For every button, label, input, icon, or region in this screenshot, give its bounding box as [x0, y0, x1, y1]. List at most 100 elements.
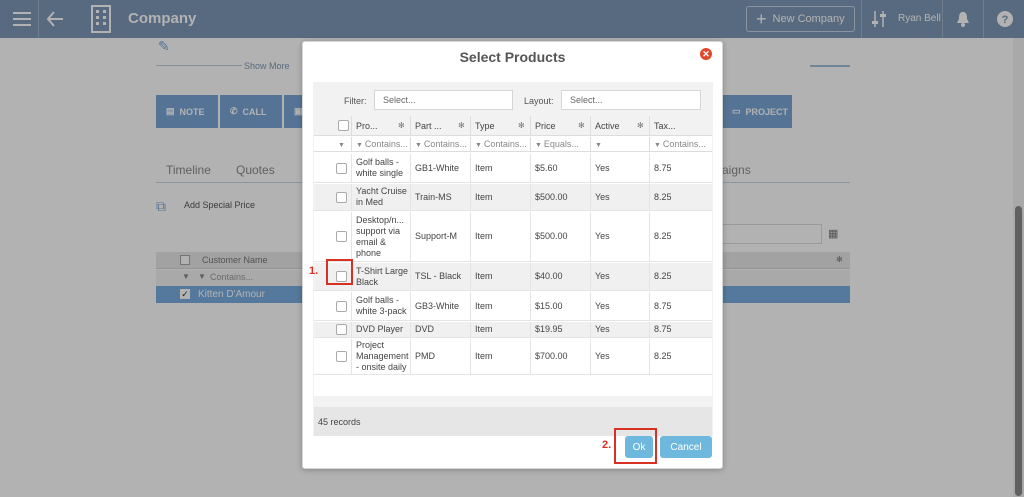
tax-cell: 8.25	[654, 231, 672, 241]
type-cell: Item	[471, 154, 531, 182]
product-name-line: Black	[356, 276, 379, 287]
product-name-cell: Yacht Cruise in Med	[352, 184, 411, 210]
row-checkbox[interactable]	[336, 351, 347, 362]
select-all-checkbox[interactable]	[338, 120, 349, 131]
part-cell: PMD	[411, 339, 471, 374]
cancel-button[interactable]: Cancel	[660, 436, 712, 458]
layout-select[interactable]: Select...	[561, 90, 701, 110]
gear-icon[interactable]: ✻	[637, 121, 644, 130]
product-name-line: - onsite daily	[356, 362, 407, 372]
row-checkbox-cell	[314, 184, 352, 210]
product-name-cell: T-Shirt Large Black	[352, 263, 411, 290]
tax-cell: 8.75	[654, 300, 672, 311]
filter-icon: ▼	[595, 142, 602, 149]
step-2-highlight	[614, 428, 657, 464]
filter-icon: ▼	[654, 142, 663, 149]
price-filter[interactable]: ▼ Equals...	[531, 137, 591, 152]
filter-icon: ▼	[535, 142, 544, 149]
column-part[interactable]: Part ... ✻	[411, 116, 471, 136]
column-price[interactable]: Price ✻	[531, 116, 591, 136]
table-row[interactable]: Desktop/n... support via email & phone Suppo…	[314, 212, 712, 262]
active-cell: Yes	[591, 322, 650, 337]
price-cell: $19.95	[531, 322, 591, 337]
column-tax[interactable]: Tax...	[650, 116, 712, 136]
grid-filter-row: ▼ ▼ Contains... ▼ Contains... ▼ Contains…	[314, 137, 712, 152]
products-grid: Pro... ✻ Part ... ✻ Type ✻ Price ✻ Activ…	[314, 116, 712, 396]
gear-icon[interactable]: ✻	[578, 121, 585, 130]
filter-select[interactable]: Select...	[374, 90, 513, 110]
column-type[interactable]: Type ✻	[471, 116, 531, 136]
dialog-body: Filter: Select... Layout: Select... Pro.…	[313, 82, 713, 436]
grid-header: Pro... ✻ Part ... ✻ Type ✻ Price ✻ Activ…	[314, 116, 712, 136]
product-name-cell: DVD Player	[352, 322, 411, 337]
active-cell: Yes	[591, 339, 650, 374]
active-cell: Yes	[591, 263, 650, 290]
step-1-label: 1.	[309, 265, 319, 277]
part-cell: Train-MS	[411, 184, 471, 210]
filter-icon: ▼	[475, 142, 484, 149]
row-checkbox-cell	[314, 339, 352, 374]
layout-label: Layout:	[524, 96, 554, 106]
product-name-cell: Desktop/n... support via email & phone	[352, 212, 411, 261]
tax-filter[interactable]: ▼ Contains...	[650, 137, 712, 152]
price-cell: $5.60	[531, 154, 591, 182]
table-row[interactable]: Golf balls - white single GB1-White Item $5.…	[314, 154, 712, 183]
table-row[interactable]: Yacht Cruise in Med Train-MS Item $500.00 Yes…	[314, 184, 712, 211]
part-cell: DVD	[411, 322, 471, 337]
type-filter[interactable]: ▼ Contains...	[471, 137, 531, 152]
step-1-highlight	[326, 259, 353, 285]
row-checkbox[interactable]	[336, 191, 347, 203]
part-filter[interactable]: ▼ Contains...	[411, 137, 471, 152]
product-name-line: Management	[356, 351, 409, 361]
row-checkbox[interactable]	[336, 162, 347, 174]
table-row[interactable]: T-Shirt Large Black TSL - Black Item $40.00 Y…	[314, 263, 712, 291]
dialog-title: Select Products	[459, 49, 566, 65]
tax-cell: 8.25	[654, 351, 672, 361]
row-checkbox-cell	[314, 292, 352, 320]
part-cell: Support-M	[411, 212, 471, 261]
product-name-line: support via	[356, 225, 401, 236]
row-checkbox-cell	[314, 212, 352, 261]
part-cell: GB3-White	[411, 292, 471, 320]
tax-cell: 8.75	[654, 162, 672, 173]
table-row[interactable]: Golf balls - white 3-pack GB3-White Item $15…	[314, 292, 712, 321]
product-name-line: white single	[356, 168, 404, 178]
product-name-line: Project	[356, 340, 385, 350]
close-icon[interactable]: ✕	[700, 48, 712, 60]
type-cell: Item	[471, 322, 531, 337]
part-cell: GB1-White	[411, 154, 471, 182]
product-filter[interactable]: ▼ Contains...	[352, 137, 411, 152]
price-cell: $15.00	[531, 292, 591, 320]
row-checkbox[interactable]	[336, 231, 347, 242]
filter-icon: ▼	[356, 142, 365, 149]
column-active[interactable]: Active ✻	[591, 116, 650, 136]
row-checkbox[interactable]	[336, 324, 347, 335]
table-row[interactable]: DVD Player DVD Item $19.95 Yes 8.75	[314, 322, 712, 338]
active-cell: Yes	[591, 292, 650, 320]
price-cell: $500.00	[531, 212, 591, 261]
part-cell: TSL - Black	[411, 263, 471, 290]
row-checkbox[interactable]	[336, 300, 347, 312]
type-cell: Item	[471, 184, 531, 210]
product-name-line: Yacht Cruise	[356, 186, 407, 196]
filter-icon: ▼	[415, 142, 424, 149]
table-row[interactable]: Project Management - onsite daily PMD Item $7…	[314, 339, 712, 375]
active-filter[interactable]: ▼	[591, 137, 650, 152]
type-cell: Item	[471, 212, 531, 261]
select-products-dialog: Select Products ✕ Filter: Select... Layo…	[302, 41, 723, 469]
product-name-line: in Med	[356, 197, 384, 207]
product-name-line: email &	[356, 236, 387, 247]
product-name-line: Desktop/n...	[356, 214, 405, 225]
product-name-cell: Golf balls - white single	[352, 154, 411, 182]
gear-icon[interactable]: ✻	[398, 121, 405, 130]
product-name-cell: Project Management - onsite daily	[352, 339, 411, 374]
active-cell: Yes	[591, 154, 650, 182]
row-checkbox-cell	[314, 322, 352, 337]
gear-icon[interactable]: ✻	[518, 121, 525, 130]
type-cell: Item	[471, 263, 531, 290]
product-name-line: DVD Player	[356, 324, 404, 334]
filter-icon: ▼	[338, 142, 345, 149]
gear-icon[interactable]: ✻	[458, 121, 465, 130]
price-cell: $40.00	[531, 263, 591, 290]
column-product[interactable]: Pro... ✻	[352, 116, 411, 136]
